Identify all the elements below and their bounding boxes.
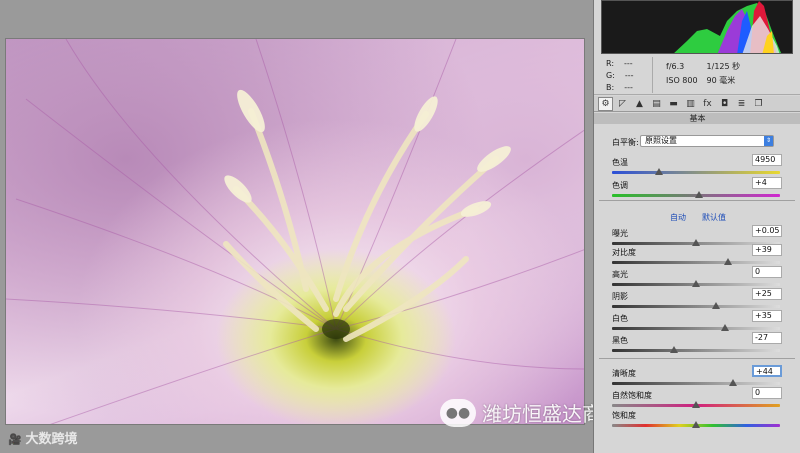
temp-slider-track[interactable] (612, 171, 780, 174)
section-divider (599, 358, 795, 359)
iso-value: ISO 800 (666, 76, 698, 85)
contrast-label: 对比度 (612, 248, 636, 257)
exposure-info: f/6.3 1/125 秒 ISO 800 90 毫米 (666, 60, 745, 88)
white-balance-row: 白平衡: 原照设置 ⇕ (612, 135, 782, 148)
watermark-logo-icon: 🎥 (8, 433, 26, 446)
shadows-value-field[interactable]: +25 (752, 288, 782, 300)
auto-button[interactable]: 自动 (670, 212, 686, 223)
clarity-slider-thumb[interactable] (728, 379, 737, 386)
clarity-value-field[interactable]: +44 (752, 365, 782, 377)
tint-label: 色调 (612, 181, 628, 190)
section-divider (599, 200, 795, 201)
highlights-value-field[interactable]: 0 (752, 266, 782, 278)
b-value: --- (624, 83, 633, 92)
tone-curve-icon[interactable]: ◸ (615, 97, 630, 111)
wechat-icon: ●● (440, 398, 476, 427)
blacks-slider-track[interactable] (612, 349, 780, 352)
exposure-label: 曝光 (612, 229, 628, 238)
white-balance-value: 原照设置 (645, 136, 677, 145)
contrast-slider-thumb[interactable] (723, 258, 732, 265)
watermark-bottom-left: 🎥 大数跨境 (8, 428, 78, 447)
highlights-label: 高光 (612, 270, 628, 279)
highlights-slider-thumb[interactable] (692, 280, 700, 287)
info-divider (652, 57, 653, 93)
aperture-icon[interactable]: ⚙ (598, 96, 613, 111)
shadows-slider-track[interactable] (612, 305, 780, 308)
rgb-readout: R: --- G: --- B: --- (606, 58, 634, 94)
dropdown-arrow-icon: ⇕ (764, 136, 773, 146)
temp-slider-thumb[interactable] (655, 168, 664, 175)
temp-value-field[interactable]: 4950 (752, 154, 782, 166)
photo-preview[interactable] (5, 38, 585, 425)
shadows-label: 阴影 (612, 292, 628, 301)
preview-area: 🎥 大数跨境 ●● 潍坊恒盛达商贸有限公司 (0, 0, 702, 453)
default-button[interactable]: 默认值 (702, 212, 726, 223)
camera-calibration-icon[interactable]: ◘ (717, 97, 732, 111)
watermark-bottom-left-text: 大数跨境 (25, 432, 78, 447)
white-balance-select[interactable]: 原照设置 ⇕ (640, 135, 774, 147)
shadows-slider-thumb[interactable] (712, 302, 721, 309)
vibrance-label: 自然饱和度 (612, 391, 652, 400)
histogram-graph (674, 1, 782, 53)
exposure-value-field[interactable]: +0.05 (752, 225, 782, 237)
blacks-label: 黑色 (612, 336, 628, 345)
snapshots-icon[interactable]: ❐ (751, 97, 766, 111)
histogram (601, 0, 793, 54)
presets-icon[interactable]: ≣ (734, 97, 749, 111)
panel-tabs: ⚙ ◸ ▲ ▤ ▬ ▥ fx ◘ ≣ ❐ (594, 96, 800, 112)
r-value: --- (624, 59, 633, 68)
shutter-value: 1/125 秒 (706, 62, 741, 71)
clarity-slider-track[interactable] (612, 382, 780, 385)
tint-value-field[interactable]: +4 (752, 177, 782, 189)
flower-image (6, 39, 584, 424)
whites-slider-thumb[interactable] (720, 324, 729, 331)
detail-icon[interactable]: ▲ (632, 97, 647, 111)
g-label: G: (606, 71, 615, 80)
hsl-icon[interactable]: ▤ (649, 97, 664, 111)
split-tone-icon[interactable]: ▬ (666, 97, 681, 111)
blacks-value-field[interactable]: -27 (752, 332, 782, 344)
section-title: 基本 (594, 113, 800, 124)
whites-label: 白色 (612, 314, 628, 323)
contrast-value-field[interactable]: +39 (752, 244, 782, 256)
focal-length-value: 90 毫米 (706, 76, 736, 85)
g-value: --- (624, 71, 634, 80)
whites-value-field[interactable]: +35 (752, 310, 782, 322)
b-label: B: (606, 83, 615, 92)
aperture-value: f/6.3 (666, 62, 685, 71)
clarity-label: 清晰度 (612, 369, 636, 378)
camera-info: R: --- G: --- B: --- f/6.3 1/125 秒 ISO 800 … (594, 55, 800, 95)
lens-icon[interactable]: ▥ (683, 97, 698, 111)
tint-slider-thumb[interactable] (695, 191, 704, 198)
vibrance-value-field[interactable]: 0 (752, 387, 782, 399)
blacks-slider-thumb[interactable] (670, 346, 679, 353)
saturation-slider-thumb[interactable] (692, 421, 700, 428)
exposure-slider-thumb[interactable] (692, 239, 700, 246)
temp-label: 色温 (612, 158, 628, 167)
r-label: R: (606, 59, 615, 68)
whites-slider-track[interactable] (612, 327, 780, 330)
contrast-slider-track[interactable] (612, 261, 780, 264)
adjustment-panel: R: --- G: --- B: --- f/6.3 1/125 秒 ISO 800 … (593, 0, 800, 453)
fx-icon[interactable]: fx (700, 97, 715, 111)
vibrance-slider-thumb[interactable] (692, 401, 700, 408)
saturation-label: 饱和度 (612, 411, 636, 420)
white-balance-label: 白平衡: (612, 138, 639, 147)
